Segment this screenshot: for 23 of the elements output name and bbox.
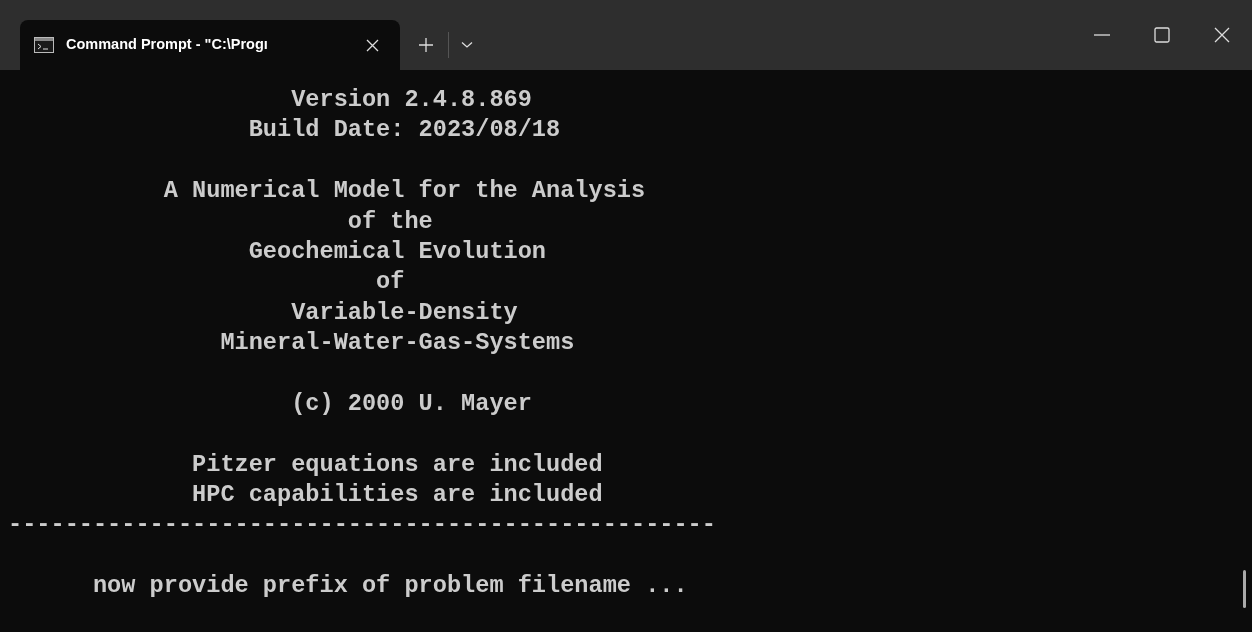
terminal-line: Mineral-Water-Gas-Systems [219, 328, 575, 359]
terminal-line: Build Date: 2023/08/18 [247, 115, 561, 146]
tab-title: Command Prompt - "C:\Progı [66, 35, 268, 55]
terminal-line: HPC capabilities are included [191, 480, 603, 511]
terminal-line: now provide prefix of problem filename ... [91, 571, 688, 602]
plus-icon [418, 37, 434, 53]
terminal-line: A Numerical Model for the Analysis [162, 176, 646, 207]
terminal-line: of the [346, 206, 433, 237]
minimize-icon [1094, 34, 1110, 36]
terminal-line: Version 2.4.8.869 [290, 85, 532, 115]
terminal-line: (c) 2000 U. Mayer [290, 388, 532, 419]
scrollbar-thumb[interactable] [1243, 570, 1246, 608]
chevron-down-icon [461, 41, 473, 49]
terminal-icon [34, 37, 54, 53]
close-icon [1214, 27, 1230, 43]
terminal-line: of [375, 267, 405, 298]
terminal-tab[interactable]: Command Prompt - "C:\Progı [20, 20, 400, 70]
terminal-line: Variable-Density [290, 297, 518, 328]
terminal-line: -------------------------------------------------- [8, 510, 716, 541]
terminal-line: Geochemical Evolution [247, 236, 547, 267]
terminal-line: Pitzer equations are included [191, 449, 603, 480]
close-icon [365, 38, 379, 52]
maximize-icon [1154, 27, 1170, 43]
